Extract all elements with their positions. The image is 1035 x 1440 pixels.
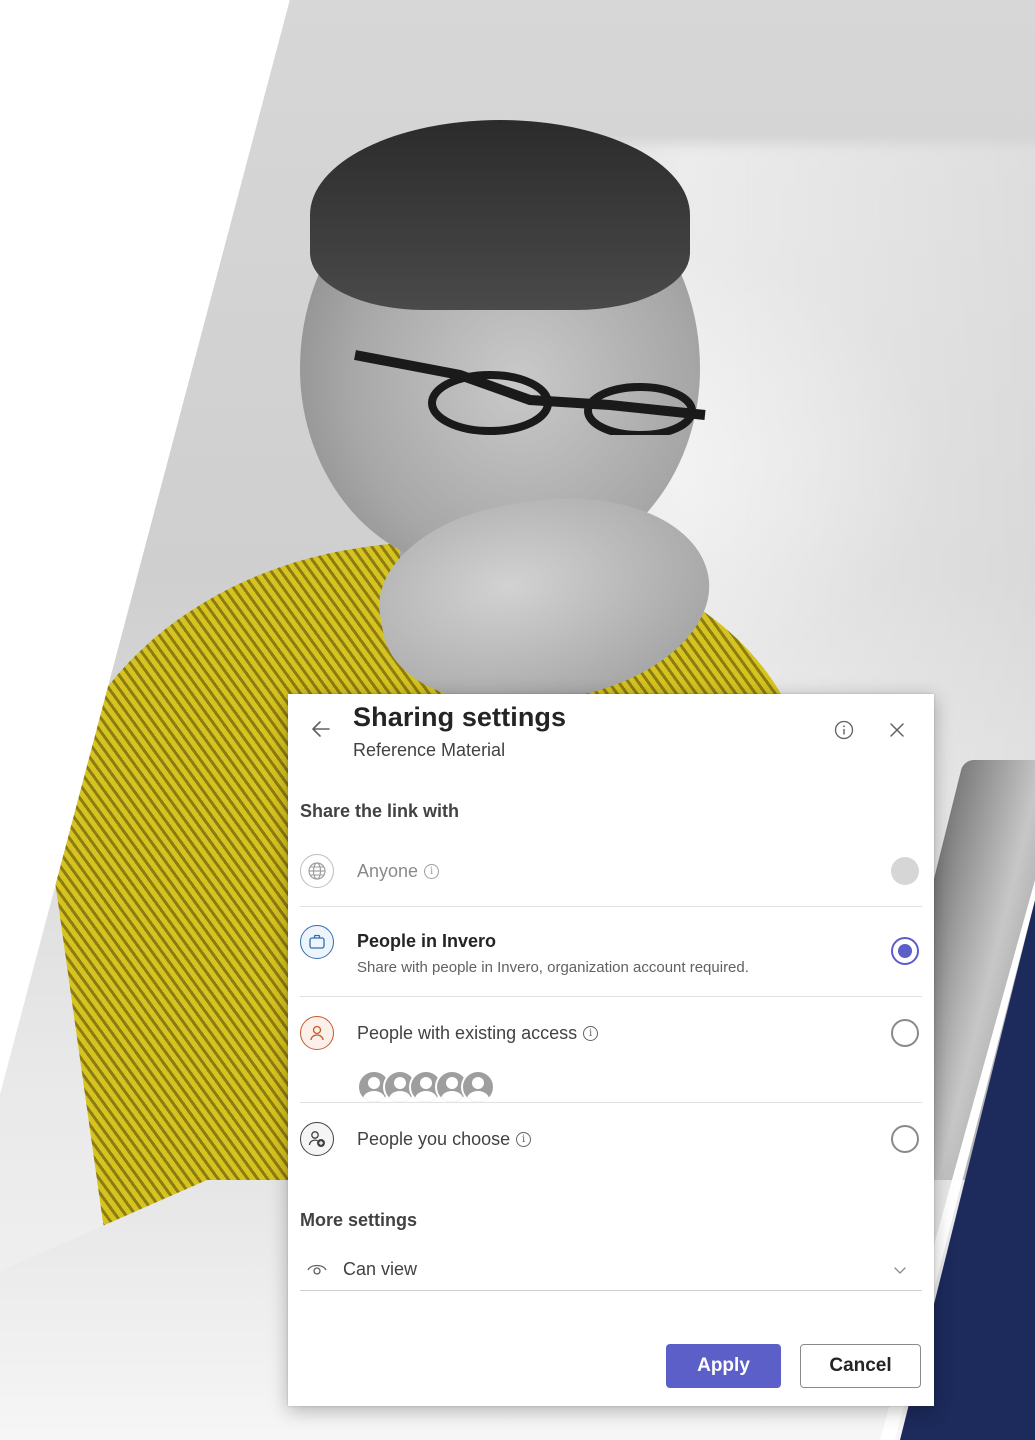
info-icon xyxy=(834,720,854,740)
permission-value: Can view xyxy=(343,1259,418,1279)
option-org-description: Share with people in Invero, organizatio… xyxy=(357,959,749,976)
option-org-label: People in Invero xyxy=(357,931,497,951)
option-choose-label-wrap: People you choose i xyxy=(357,1129,532,1150)
option-people-in-org[interactable]: People in Invero Share with people in In… xyxy=(300,922,922,982)
option-existing-label-wrap: People with existing access i xyxy=(357,1023,599,1044)
cancel-button[interactable]: Cancel xyxy=(800,1344,921,1388)
info-icon[interactable]: i xyxy=(516,1132,532,1147)
radio-anyone[interactable] xyxy=(891,857,919,885)
dialog-header: Sharing settings Reference Material xyxy=(288,694,934,784)
dialog-title: Sharing settings xyxy=(353,702,567,732)
divider xyxy=(300,1102,922,1103)
option-existing-label: People with existing access xyxy=(357,1023,578,1043)
globe-icon xyxy=(300,854,334,888)
avatar xyxy=(461,1070,495,1104)
radio-existing-access[interactable] xyxy=(891,1019,919,1047)
more-settings-section-label: More settings xyxy=(300,1210,418,1230)
arrow-left-icon xyxy=(312,721,330,737)
option-anyone-label: Anyone xyxy=(357,861,419,881)
option-choose-label: People you choose xyxy=(357,1129,511,1149)
eye-icon xyxy=(307,1264,327,1275)
info-icon[interactable]: i xyxy=(583,1026,599,1041)
close-button[interactable] xyxy=(885,718,909,742)
share-link-section-label: Share the link with xyxy=(300,801,460,821)
man-glasses xyxy=(354,350,706,435)
close-icon xyxy=(890,723,904,737)
back-button[interactable] xyxy=(306,714,336,744)
dialog-subtitle: Reference Material xyxy=(353,740,506,760)
option-existing-access[interactable]: People with existing access i xyxy=(300,1014,922,1104)
divider xyxy=(300,906,922,907)
apply-button[interactable]: Apply xyxy=(666,1344,781,1388)
divider xyxy=(300,996,922,997)
option-anyone-label-wrap: Anyone i xyxy=(357,861,440,882)
sharing-settings-dialog: Sharing settings Reference Material Shar… xyxy=(288,694,934,1406)
permission-dropdown[interactable]: Can view xyxy=(300,1250,922,1291)
info-icon[interactable]: i xyxy=(424,864,440,879)
person-icon xyxy=(300,1016,334,1050)
briefcase-icon xyxy=(300,925,334,959)
option-anyone[interactable]: Anyone i xyxy=(300,852,922,892)
radio-people-in-org[interactable] xyxy=(891,937,919,965)
person-add-icon xyxy=(300,1122,334,1156)
info-button[interactable] xyxy=(832,718,856,742)
chevron-down-icon xyxy=(894,1267,906,1274)
radio-people-you-choose[interactable] xyxy=(891,1125,919,1153)
option-people-you-choose[interactable]: People you choose i xyxy=(300,1120,922,1160)
